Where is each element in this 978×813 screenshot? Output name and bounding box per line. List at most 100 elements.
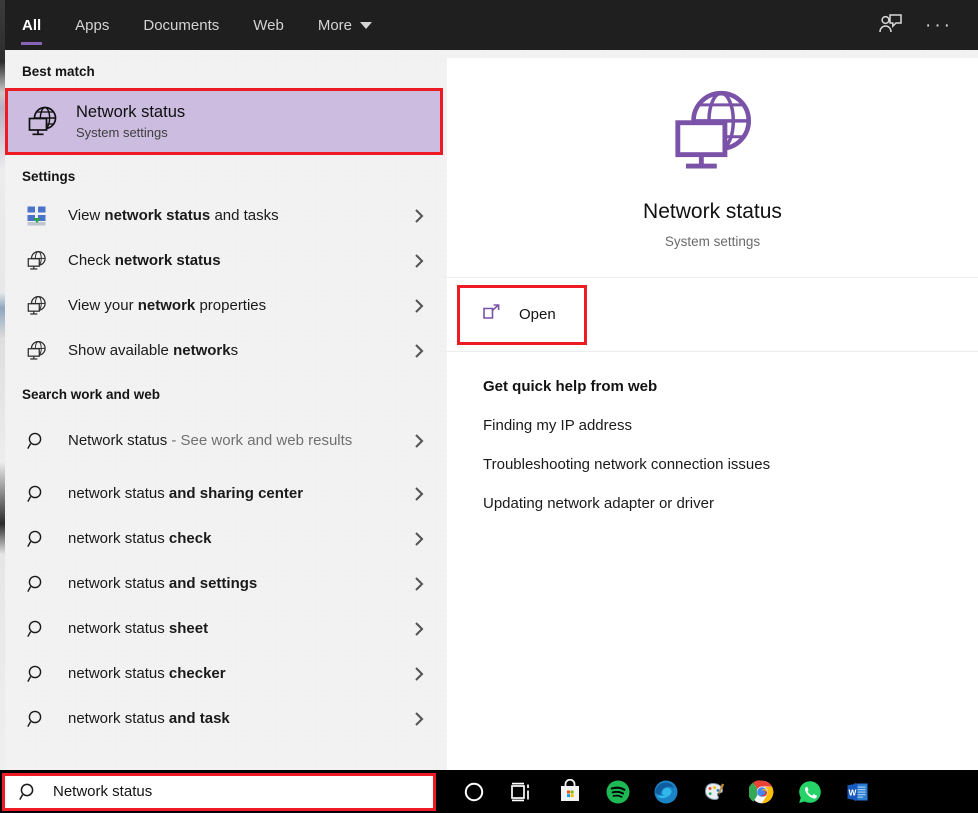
- ellipsis-label: ···: [925, 14, 953, 36]
- open-button-label: Open: [519, 306, 556, 323]
- whatsapp-icon[interactable]: [786, 770, 834, 813]
- search-icon: [22, 659, 52, 689]
- tab-apps[interactable]: Apps: [58, 0, 126, 50]
- search-icon: [22, 426, 52, 456]
- network-globe-monitor-icon: [22, 291, 52, 321]
- preview-hero: Network status System settings: [447, 58, 978, 278]
- web-suggestion-sheet[interactable]: network status sheet: [5, 606, 443, 651]
- taskbar: Network status W: [0, 770, 978, 813]
- best-match-result-network-status[interactable]: Network status System settings: [5, 88, 443, 155]
- tab-apps-label: Apps: [75, 16, 110, 34]
- tab-documents[interactable]: Documents: [126, 0, 236, 50]
- web-suggestion-and-sharing-center[interactable]: network status and sharing center: [5, 471, 443, 516]
- web-suggestion-checker[interactable]: network status checker: [5, 651, 443, 696]
- label-pre: Show available: [68, 341, 174, 359]
- microsoft-store-icon[interactable]: [546, 770, 594, 813]
- chevron-right-icon[interactable]: [408, 298, 430, 314]
- web-suggestion-check[interactable]: network status check: [5, 516, 443, 561]
- open-button[interactable]: Open: [457, 284, 587, 345]
- quick-help-link-troubleshooting[interactable]: Troubleshooting network connection issue…: [483, 456, 978, 473]
- label-pre: network status: [68, 619, 169, 637]
- quick-help-section: Get quick help from web Finding my IP ad…: [447, 352, 978, 512]
- best-match-subtitle: System settings: [76, 125, 168, 141]
- label-post: and tasks: [210, 206, 279, 224]
- chevron-right-icon[interactable]: [408, 621, 430, 637]
- tab-all[interactable]: All: [5, 0, 58, 50]
- feedback-person-icon[interactable]: [870, 5, 912, 45]
- chevron-right-icon[interactable]: [408, 433, 430, 449]
- tab-documents-label: Documents: [143, 16, 220, 34]
- label-pre: network status: [68, 709, 169, 727]
- settings-heading: Settings: [22, 169, 76, 184]
- tab-more[interactable]: More: [301, 0, 389, 50]
- search-header: All Apps Documents Web More ···: [5, 0, 978, 50]
- label-bold: network: [137, 296, 196, 314]
- paint-icon[interactable]: [690, 770, 738, 813]
- google-chrome-icon[interactable]: [738, 770, 786, 813]
- search-icon: [22, 524, 52, 554]
- best-match-title: Network status: [76, 102, 186, 121]
- microsoft-word-icon[interactable]: W: [834, 770, 882, 813]
- task-view-icon[interactable]: [498, 770, 546, 813]
- settings-item-check-network-status[interactable]: Check network status: [5, 238, 443, 283]
- tab-web[interactable]: Web: [236, 0, 301, 50]
- network-sharing-center-icon: [22, 201, 52, 231]
- microsoft-edge-icon[interactable]: [642, 770, 690, 813]
- label-bold: and sharing center: [168, 484, 304, 502]
- cortana-icon[interactable]: [450, 770, 498, 813]
- quick-help-link-finding-ip[interactable]: Finding my IP address: [483, 417, 978, 434]
- taskbar-icons: W: [450, 770, 882, 813]
- quick-help-link-updating-adapter[interactable]: Updating network adapter or driver: [483, 495, 978, 512]
- search-icon: [19, 782, 39, 802]
- chevron-right-icon[interactable]: [408, 486, 430, 502]
- label-pre: network status: [68, 529, 169, 547]
- search-results-panel: Best match Network status System setting…: [5, 50, 443, 770]
- label-post: s: [230, 341, 239, 359]
- svg-text:W: W: [848, 787, 856, 797]
- label-bold: network status: [104, 206, 211, 224]
- preview-card: Network status System settings Open Get …: [447, 58, 978, 770]
- settings-item-label: View network status and tasks: [68, 206, 408, 226]
- preview-title: Network status: [643, 199, 782, 223]
- web-suggestion-label: network status and task: [68, 709, 408, 729]
- web-suggestion-and-task[interactable]: network status and task: [5, 696, 443, 741]
- label-bold: checker: [168, 664, 226, 682]
- web-suggestion-label: network status and settings: [68, 574, 408, 594]
- chevron-right-icon[interactable]: [408, 343, 430, 359]
- header-actions: ···: [870, 5, 978, 45]
- network-globe-monitor-icon: [667, 87, 759, 184]
- taskbar-search-input[interactable]: Network status: [2, 772, 436, 811]
- best-match-heading: Best match: [22, 64, 95, 79]
- ellipsis-icon[interactable]: ···: [918, 5, 960, 45]
- tab-web-label: Web: [253, 16, 284, 34]
- web-suggestion-label: network status and sharing center: [68, 484, 408, 504]
- chevron-right-icon[interactable]: [408, 253, 430, 269]
- chevron-right-icon[interactable]: [408, 208, 430, 224]
- settings-item-view-your-network-properties[interactable]: View your network properties: [5, 283, 443, 328]
- search-icon: [22, 614, 52, 644]
- settings-item-view-network-status-and-tasks[interactable]: View network status and tasks: [5, 193, 443, 238]
- label-pre: network status: [68, 664, 169, 682]
- chevron-right-icon[interactable]: [408, 666, 430, 682]
- chevron-right-icon[interactable]: [408, 576, 430, 592]
- settings-item-label: Show available networks: [68, 341, 408, 361]
- search-work-and-web-heading: Search work and web: [22, 387, 161, 402]
- web-suggestion-network-status-see-results[interactable]: Network status - See work and web result…: [5, 411, 443, 471]
- label-post: - See work and web results: [167, 432, 353, 450]
- label-pre: network status: [68, 484, 169, 502]
- label-pre: Network status: [68, 432, 168, 450]
- spotify-icon[interactable]: [594, 770, 642, 813]
- settings-item-label: View your network properties: [68, 296, 408, 316]
- tab-all-label: All: [22, 16, 42, 34]
- chevron-right-icon[interactable]: [408, 531, 430, 547]
- label-bold: network status: [114, 251, 221, 269]
- chevron-right-icon[interactable]: [408, 711, 430, 727]
- preview-actions: Open: [447, 278, 978, 352]
- label-pre: Check: [68, 251, 115, 269]
- chevron-down-icon: [360, 21, 373, 29]
- web-suggestion-and-settings[interactable]: network status and settings: [5, 561, 443, 606]
- label-bold: and task: [168, 709, 230, 727]
- settings-item-show-available-networks[interactable]: Show available networks: [5, 328, 443, 373]
- search-icon: [22, 569, 52, 599]
- web-suggestion-label: network status sheet: [68, 619, 408, 639]
